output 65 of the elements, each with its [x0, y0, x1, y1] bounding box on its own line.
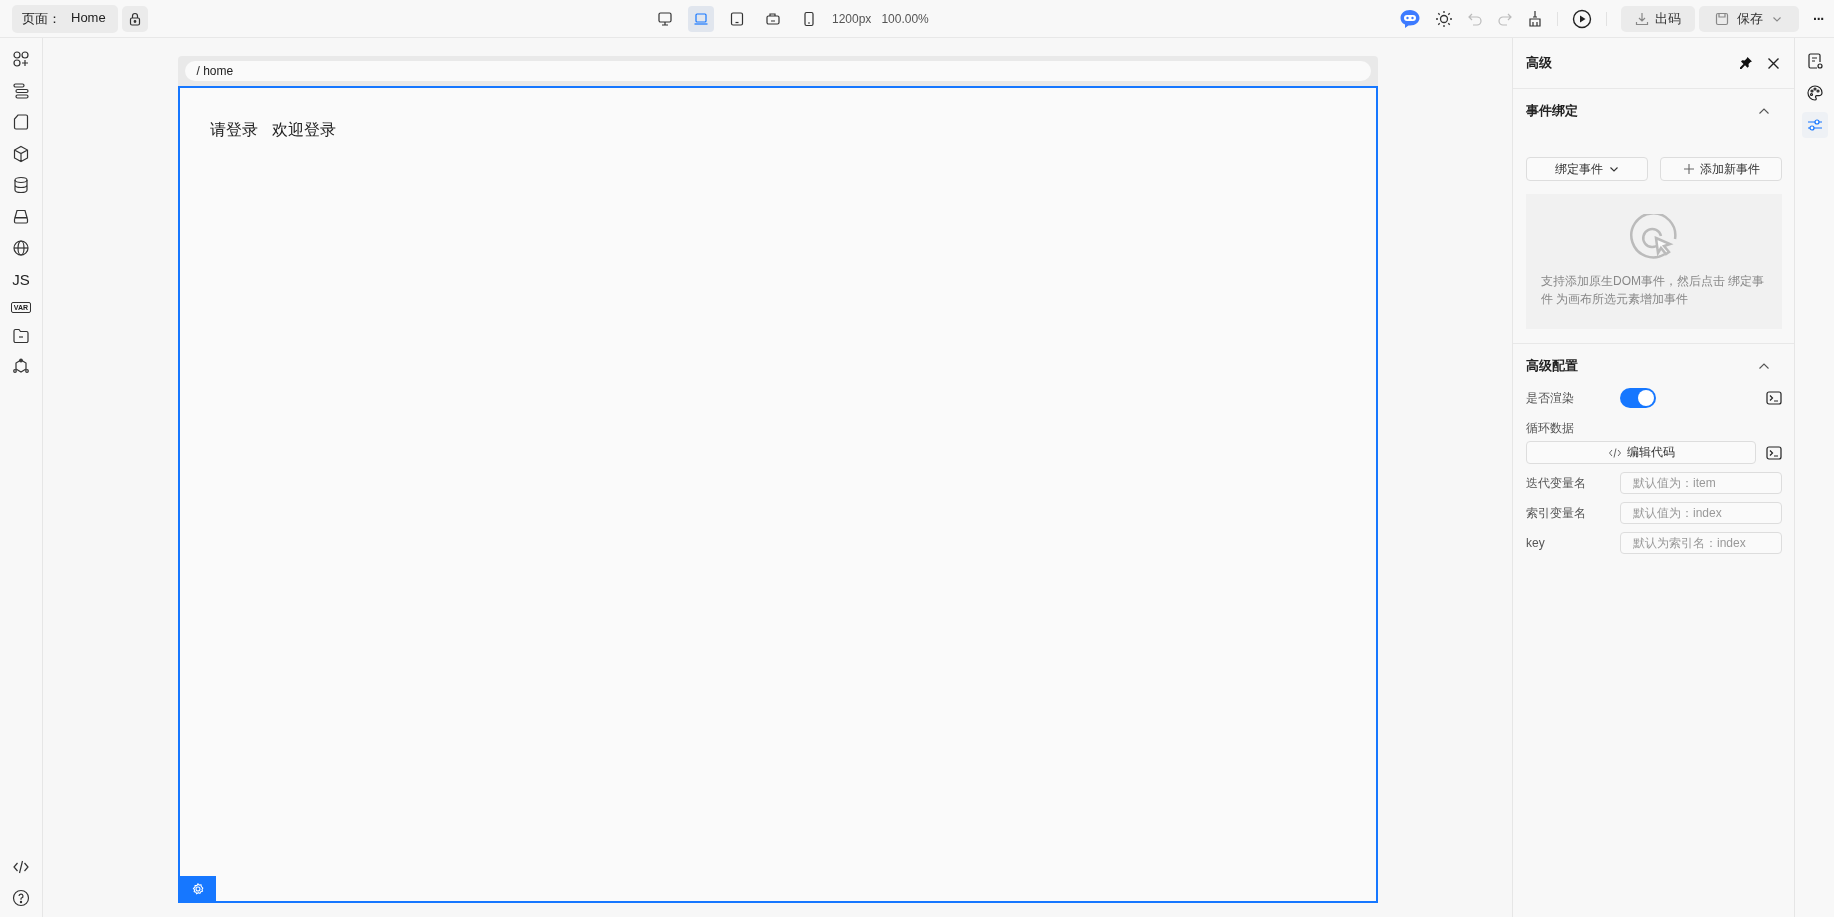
landscape-tablet-icon — [765, 10, 781, 27]
code-icon — [1607, 446, 1622, 459]
laptop-icon — [693, 10, 709, 27]
section-title: 事件绑定 — [1526, 102, 1578, 120]
export-button[interactable]: 出码 — [1621, 5, 1695, 32]
robot-chat-icon[interactable] — [1399, 8, 1421, 29]
palette-icon — [1805, 84, 1824, 102]
components-icon[interactable] — [12, 50, 30, 68]
database-icon[interactable] — [12, 176, 30, 194]
javascript-button[interactable]: JS — [12, 270, 30, 289]
phone-icon — [801, 10, 817, 27]
page-selector[interactable]: 页面： Home — [12, 4, 118, 33]
tablet-icon — [729, 10, 745, 27]
save-icon — [1715, 11, 1729, 26]
canvas-text: 欢迎登录 — [271, 120, 336, 140]
folder-icon[interactable] — [12, 326, 30, 345]
monitor-icon — [657, 10, 673, 27]
bind-event-dropdown[interactable]: 绑定事件 — [1526, 157, 1648, 181]
plugin-icon[interactable] — [12, 358, 30, 376]
sun-icon[interactable] — [1435, 9, 1453, 28]
field-label: key — [1526, 536, 1546, 550]
document-settings-icon — [1805, 52, 1824, 70]
more-button[interactable]: ··· — [1813, 10, 1824, 27]
field-label: 循环数据 — [1526, 420, 1575, 437]
outline-icon[interactable] — [12, 81, 30, 100]
input-field[interactable]: 默认值为：index — [1620, 502, 1782, 524]
cube-icon[interactable] — [12, 144, 30, 163]
pin-icon[interactable] — [1739, 56, 1753, 70]
play-icon[interactable] — [1572, 8, 1592, 29]
field-label: 索引变量名 — [1526, 504, 1587, 522]
terminal-icon[interactable] — [1766, 391, 1782, 405]
empty-state-text: 支持添加原生DOM事件，然后点击 绑定事件 为画布所选元素增加事件 — [1540, 273, 1766, 308]
zoom-level: 100.00% — [881, 11, 929, 26]
page-label: 页面： — [22, 9, 61, 28]
lock-icon — [127, 11, 142, 26]
page-icon[interactable] — [12, 113, 30, 131]
section-title: 高级配置 — [1526, 357, 1578, 375]
canvas-width: 1200px — [832, 11, 872, 26]
add-event-button[interactable]: 添加新事件 — [1660, 157, 1782, 181]
plus-icon — [1682, 163, 1695, 175]
panel-title: 高级 — [1526, 54, 1553, 72]
help-icon[interactable] — [12, 889, 30, 907]
field-label: 迭代变量名 — [1526, 474, 1587, 492]
save-button[interactable]: 保存 — [1699, 5, 1799, 32]
settings-icon — [191, 882, 204, 895]
url-field: / home — [184, 61, 1371, 81]
terminal-icon[interactable] — [1766, 445, 1782, 460]
advanced-tab[interactable] — [1801, 112, 1828, 138]
collapse-icon[interactable] — [1758, 362, 1770, 370]
field-label: 是否渲染 — [1526, 389, 1575, 407]
edit-code-button[interactable]: 编辑代码 — [1526, 441, 1756, 464]
settings-button[interactable] — [179, 876, 216, 901]
sliders-icon — [1805, 116, 1824, 134]
input-field[interactable]: 默认为索引名：index — [1620, 532, 1782, 554]
broom-icon[interactable] — [1527, 9, 1543, 28]
canvas-text: 请登录 — [209, 120, 258, 140]
close-icon[interactable] — [1767, 56, 1780, 70]
download-icon — [1635, 11, 1649, 26]
globe-icon[interactable] — [12, 239, 30, 257]
input-field[interactable]: 默认值为：item — [1620, 472, 1782, 494]
lock-button[interactable] — [121, 5, 148, 32]
collapse-icon[interactable] — [1758, 107, 1770, 115]
page-name: Home — [71, 9, 106, 27]
drive-icon[interactable] — [12, 207, 30, 226]
render-toggle[interactable] — [1620, 388, 1656, 408]
